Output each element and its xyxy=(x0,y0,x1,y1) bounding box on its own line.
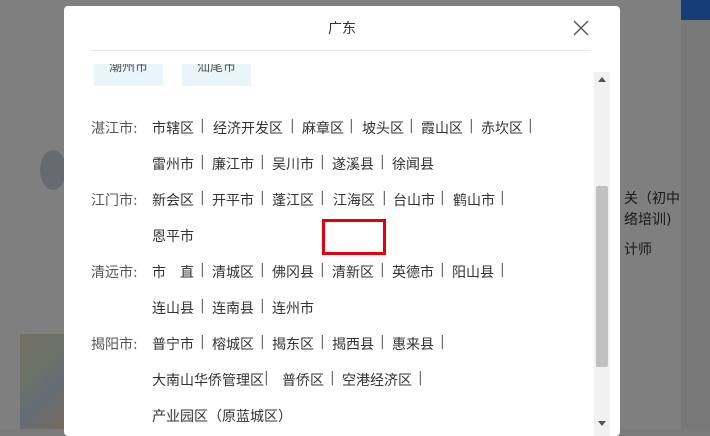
scroll-thumb[interactable] xyxy=(596,186,608,367)
separator: | xyxy=(440,262,445,278)
separator: | xyxy=(380,154,385,170)
separator: | xyxy=(320,262,325,278)
district-link[interactable]: 清新区 xyxy=(332,262,374,282)
district-link[interactable]: 恩平市 xyxy=(152,226,194,246)
district-link[interactable]: 开平市 xyxy=(212,190,254,210)
district-link[interactable]: 连南县 xyxy=(212,298,254,318)
district-link[interactable]: 榕城区 xyxy=(212,334,254,354)
separator: | xyxy=(260,262,265,278)
district-link[interactable]: 徐闻县 xyxy=(392,154,434,174)
separator: | xyxy=(200,118,205,134)
district-link[interactable]: 普宁市 xyxy=(152,334,194,354)
district-link[interactable]: 遂溪县 xyxy=(332,154,374,174)
separator: | xyxy=(380,334,385,350)
separator: | xyxy=(264,370,269,386)
title-divider xyxy=(91,50,591,51)
separator: | xyxy=(500,190,505,206)
district-link[interactable]: 空港经济区 xyxy=(342,370,412,390)
district-link[interactable]: 英德市 xyxy=(392,262,434,282)
district-link[interactable]: 产业园区（原蓝城区） xyxy=(152,406,292,426)
separator: | xyxy=(500,262,505,278)
close-button[interactable] xyxy=(573,20,589,36)
city-chip[interactable]: 潮州市 xyxy=(94,64,164,86)
district-link[interactable]: 新会区 xyxy=(152,190,194,210)
district-link-selected[interactable]: 江海区 xyxy=(333,190,375,210)
separator: | xyxy=(200,190,205,206)
separator: | xyxy=(440,334,445,350)
city-label: 揭阳市: xyxy=(91,337,138,353)
separator: | xyxy=(380,262,385,278)
district-link[interactable]: 赤坎区 xyxy=(481,118,523,138)
district-link[interactable]: 连州市 xyxy=(272,298,314,318)
district-link[interactable]: 揭东区 xyxy=(272,334,314,354)
city-chip[interactable]: 汕尾市 xyxy=(182,64,252,86)
district-link[interactable]: 连山县 xyxy=(152,298,194,318)
separator: | xyxy=(320,190,325,206)
scroll-up-arrow-icon[interactable] xyxy=(598,77,606,82)
separator: | xyxy=(200,334,205,350)
district-link[interactable]: 鹤山市 xyxy=(453,190,495,210)
district-link[interactable]: 经济开发区 xyxy=(213,118,283,138)
district-link[interactable]: 市辖区 xyxy=(152,118,194,138)
separator: | xyxy=(200,154,205,170)
district-link[interactable]: 惠来县 xyxy=(392,334,434,354)
separator: | xyxy=(260,190,265,206)
separator: | xyxy=(200,262,205,278)
city-label: 湛江市: xyxy=(91,121,138,137)
district-link[interactable]: 市 直 xyxy=(152,262,194,282)
selected-district-highlight xyxy=(322,219,386,255)
district-link[interactable]: 台山市 xyxy=(393,190,435,210)
city-label: 江门市: xyxy=(91,193,138,209)
separator: | xyxy=(290,118,295,134)
separator: | xyxy=(200,298,205,314)
district-link[interactable]: 清城区 xyxy=(212,262,254,282)
separator: | xyxy=(320,334,325,350)
district-link[interactable]: 蓬江区 xyxy=(272,190,314,210)
separator: | xyxy=(418,370,423,386)
district-link[interactable]: 霞山区 xyxy=(421,118,463,138)
scroll-down-arrow-icon[interactable] xyxy=(598,421,606,426)
district-link[interactable]: 揭西县 xyxy=(332,334,374,354)
district-link[interactable]: 廉江市 xyxy=(212,154,254,174)
region-picker-modal: 广东 潮州市 汕尾市 湛江市: 市辖区 | 经济开发区 | 麻章区 | 坡头区 … xyxy=(64,6,620,436)
separator: | xyxy=(260,334,265,350)
district-list: 潮州市 汕尾市 湛江市: 市辖区 | 经济开发区 | 麻章区 | 坡头区 | 霞… xyxy=(64,52,594,436)
close-icon xyxy=(573,20,589,36)
separator: | xyxy=(349,118,354,134)
separator: | xyxy=(409,118,414,134)
separator: | xyxy=(260,154,265,170)
district-link[interactable]: 吴川市 xyxy=(272,154,314,174)
district-link[interactable]: 麻章区 xyxy=(302,118,344,138)
district-link[interactable]: 坡头区 xyxy=(362,118,404,138)
district-link[interactable]: 雷州市 xyxy=(152,154,194,174)
separator: | xyxy=(330,370,335,386)
separator: | xyxy=(469,118,474,134)
district-link[interactable]: 阳山县 xyxy=(452,262,494,282)
separator: | xyxy=(382,190,387,206)
separator: | xyxy=(528,118,533,134)
separator: | xyxy=(320,154,325,170)
district-link[interactable]: 佛冈县 xyxy=(272,262,314,282)
district-link[interactable]: 普侨区 xyxy=(282,370,324,390)
separator: | xyxy=(440,190,445,206)
modal-title: 广东 xyxy=(328,21,356,37)
separator: | xyxy=(260,298,265,314)
district-link[interactable]: 大南山华侨管理区 xyxy=(152,370,264,390)
modal-scrollbar[interactable] xyxy=(594,72,610,436)
city-label: 清远市: xyxy=(91,265,138,281)
